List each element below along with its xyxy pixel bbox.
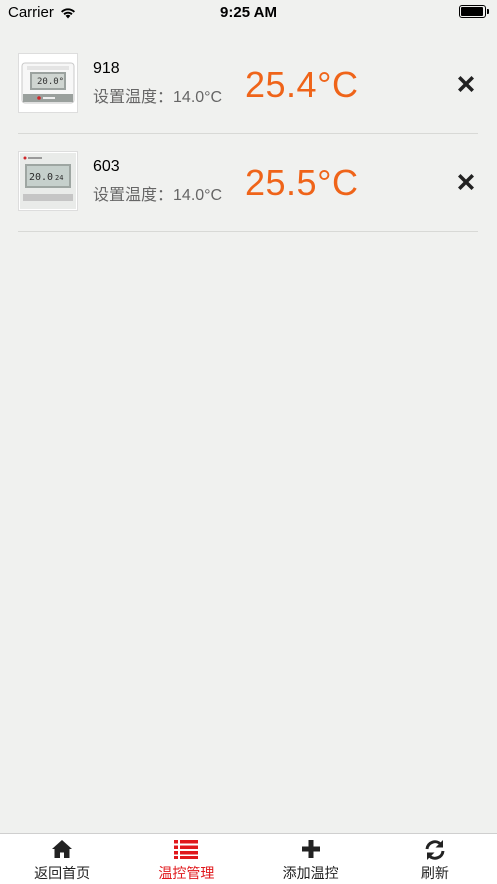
status-bar: Carrier 9:25 AM	[0, 0, 497, 25]
close-icon	[458, 76, 474, 92]
tab-add-thermostat[interactable]: 添加温控	[249, 834, 373, 884]
list-icon	[174, 840, 199, 859]
current-temperature: 25.5°C	[245, 162, 359, 203]
thermostat-row[interactable]: 20.0 24 603 设置温度：14.0°C 25.5°C	[18, 134, 478, 232]
set-temperature-label: 设置温度：	[93, 187, 174, 204]
set-temperature-value: 14.0°C	[173, 187, 223, 204]
thermostat-row[interactable]: 20.0° 918 设置温度：14.0°C 25.4°C	[18, 36, 478, 134]
plus-icon	[301, 840, 320, 858]
thermostat-thumbnail: 20.0 24	[18, 151, 78, 211]
set-temperature-label: 设置温度：	[93, 89, 174, 106]
set-temperature: 设置温度：14.0°C	[93, 83, 222, 107]
delete-button[interactable]	[454, 170, 478, 194]
tab-bar: 返回首页 温控管理 添加温控 刷新	[0, 833, 497, 884]
current-temperature: 25.4°C	[245, 64, 359, 105]
delete-button[interactable]	[454, 72, 478, 96]
tab-label: 温控管理	[158, 865, 215, 881]
tab-thermostat-management[interactable]: 温控管理	[124, 834, 248, 884]
thermostat-thumbnail: 20.0°	[18, 53, 78, 113]
tab-label: 返回首页	[34, 865, 91, 881]
thermostat-name: 603	[93, 158, 120, 175]
close-icon	[458, 174, 474, 190]
svg-text:20.0°: 20.0°	[37, 77, 64, 87]
thermostat-name: 918	[93, 60, 120, 77]
refresh-icon	[425, 840, 445, 860]
tab-home[interactable]: 返回首页	[0, 834, 124, 884]
set-temperature: 设置温度：14.0°C	[93, 181, 222, 205]
battery-icon	[459, 5, 489, 18]
svg-text:20.0: 20.0	[29, 172, 53, 183]
status-time: 9:25 AM	[220, 4, 277, 21]
thermostat-list: 20.0° 918 设置温度：14.0°C 25.4°C 20.0 24 603…	[0, 36, 497, 232]
set-temperature-value: 14.0°C	[173, 89, 223, 106]
tab-label: 添加温控	[282, 865, 339, 881]
home-icon	[52, 840, 73, 858]
tab-label: 刷新	[420, 865, 449, 881]
tab-refresh[interactable]: 刷新	[373, 834, 497, 884]
svg-text:24: 24	[55, 174, 63, 182]
